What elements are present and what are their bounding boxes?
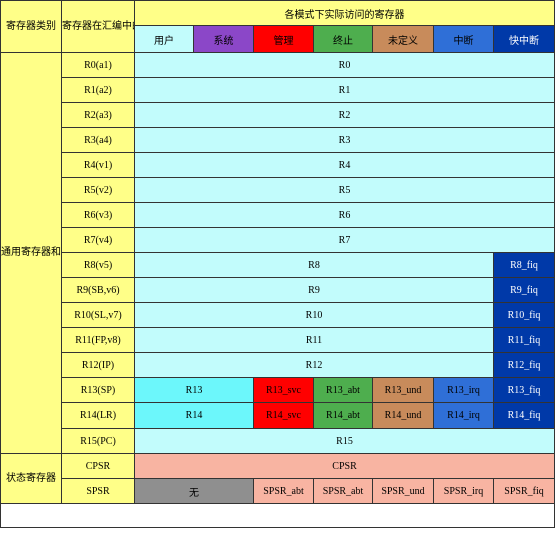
reg-r2: R2 — [133, 102, 555, 128]
reg-r8-common: R8 — [134, 252, 494, 278]
reg-r11-common: R11 — [134, 327, 494, 353]
reg-r11-fiq: R11_fiq — [492, 327, 555, 353]
mode-fiq: 快中断 — [492, 25, 555, 53]
reg-name-r6: R6(v3) — [61, 202, 135, 228]
mode-irq: 中断 — [433, 25, 494, 53]
reg-spsr-und: SPSR_und — [372, 478, 434, 504]
mode-system: 系统 — [193, 25, 254, 53]
reg-r14-und: R14_und — [372, 402, 434, 429]
reg-name-r15: R15(PC) — [61, 428, 135, 454]
reg-name-r0: R0(a1) — [61, 52, 135, 78]
reg-spsr-irq: SPSR_irq — [433, 478, 494, 504]
reg-r10-fiq: R10_fiq — [492, 302, 555, 328]
reg-name-r1: R1(a2) — [61, 77, 135, 103]
reg-r12-fiq: R12_fiq — [492, 352, 555, 378]
mode-svc: 管理 — [253, 25, 314, 53]
reg-r0: R0 — [133, 52, 555, 78]
reg-name-r2: R2(a3) — [61, 102, 135, 128]
header-category: 寄存器类别 — [0, 0, 62, 53]
mode-user: 用户 — [134, 25, 194, 53]
reg-name-r4: R4(v1) — [61, 152, 135, 178]
arm-register-table: 寄存器类别 寄存器在汇编中的名称 各模式下实际访问的寄存器 用户 系统 管理 终… — [0, 0, 555, 528]
reg-name-r13: R13(SP) — [61, 377, 135, 403]
empty-footer-row — [0, 503, 555, 528]
reg-cpsr: CPSR — [133, 453, 555, 479]
reg-r13-und: R13_und — [372, 377, 434, 403]
reg-name-r14: R14(LR) — [61, 402, 135, 429]
reg-r3: R3 — [133, 127, 555, 153]
category-general: 通用寄存器和程序计数器 — [0, 52, 62, 454]
header-asm-name: 寄存器在汇编中的名称 — [61, 0, 135, 53]
reg-r9-fiq: R9_fiq — [492, 277, 555, 303]
reg-name-r7: R7(v4) — [61, 227, 135, 253]
reg-r13-abt: R13_abt — [313, 377, 373, 403]
reg-r9-common: R9 — [134, 277, 494, 303]
mode-undefined: 未定义 — [372, 25, 434, 53]
reg-name-r10: R10(SL,v7) — [61, 302, 135, 328]
reg-r6: R6 — [133, 202, 555, 228]
reg-name-cpsr: CPSR — [61, 453, 135, 479]
reg-r14-fiq: R14_fiq — [492, 402, 555, 429]
reg-name-r3: R3(a4) — [61, 127, 135, 153]
reg-r4: R4 — [133, 152, 555, 178]
header-modes-title: 各模式下实际访问的寄存器 — [133, 0, 555, 26]
reg-spsr-fiq: SPSR_fiq — [492, 478, 555, 504]
reg-r5: R5 — [133, 177, 555, 203]
reg-r13-irq: R13_irq — [433, 377, 494, 403]
reg-spsr-abt: SPSR_abt — [313, 478, 373, 504]
reg-r14-svc: R14_svc — [253, 402, 314, 429]
reg-r14-irq: R14_irq — [433, 402, 494, 429]
reg-r12-common: R12 — [134, 352, 494, 378]
reg-r1: R1 — [133, 77, 555, 103]
reg-r10-common: R10 — [134, 302, 494, 328]
reg-name-r9: R9(SB,v6) — [61, 277, 135, 303]
reg-r14-abt: R14_abt — [313, 402, 373, 429]
reg-name-r12: R12(IP) — [61, 352, 135, 378]
register-table-container: 寄存器类别 寄存器在汇编中的名称 各模式下实际访问的寄存器 用户 系统 管理 终… — [0, 0, 555, 533]
mode-abort: 终止 — [313, 25, 373, 53]
reg-r8-fiq: R8_fiq — [492, 252, 555, 278]
reg-name-r11: R11(FP,v8) — [61, 327, 135, 353]
reg-r15: R15 — [133, 428, 555, 454]
reg-r7: R7 — [133, 227, 555, 253]
reg-r13-fiq: R13_fiq — [492, 377, 555, 403]
reg-r14-usr: R14 — [134, 402, 254, 429]
reg-spsr-svc: SPSR_abt — [253, 478, 314, 504]
reg-r13-usr: R13 — [134, 377, 254, 403]
reg-r13-svc: R13_svc — [253, 377, 314, 403]
reg-name-r8: R8(v5) — [61, 252, 135, 278]
category-status: 状态寄存器 — [0, 453, 62, 504]
reg-name-r5: R5(v2) — [61, 177, 135, 203]
reg-name-spsr: SPSR — [61, 478, 135, 504]
reg-spsr-none: 无 — [134, 478, 254, 504]
